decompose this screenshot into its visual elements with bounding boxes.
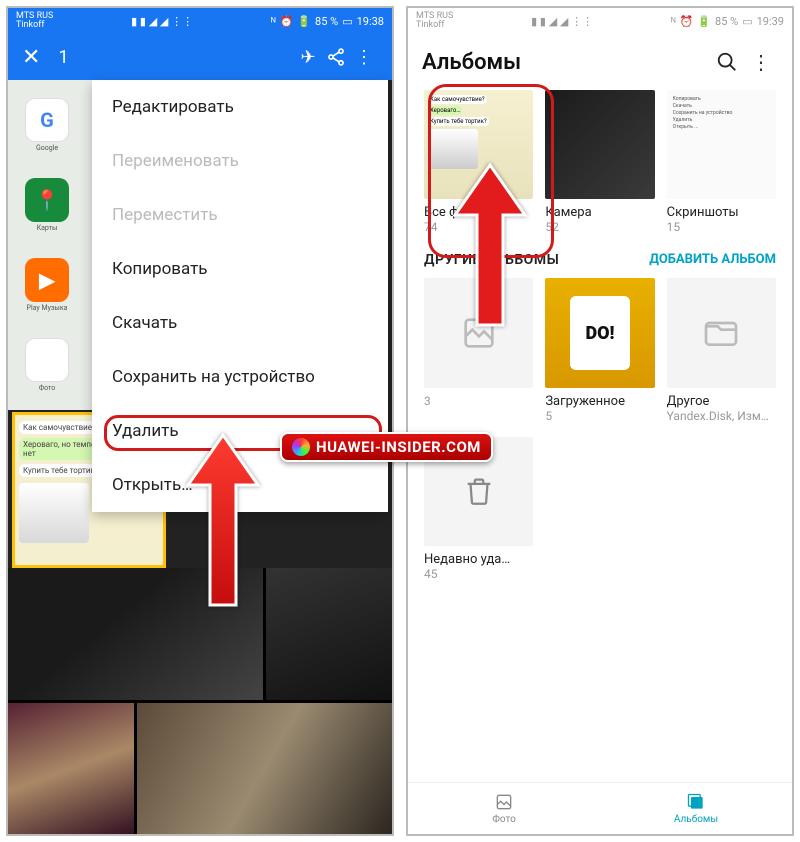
annotation-arrow bbox=[445, 160, 535, 330]
clock: 19:38 bbox=[357, 15, 384, 28]
menu-download[interactable]: Скачать bbox=[92, 296, 388, 350]
photo-thumb[interactable] bbox=[266, 568, 392, 700]
battery-icon: 🔋 bbox=[297, 15, 311, 28]
nfc-icon: ᴺ bbox=[671, 15, 676, 28]
album-downloaded[interactable]: DO! Загруженное 5 bbox=[545, 278, 654, 422]
carrier-2: Tinkoff bbox=[416, 21, 453, 30]
cat-image bbox=[19, 483, 89, 543]
battery-pct: 85 % bbox=[315, 15, 338, 28]
menu-move[interactable]: Переместить bbox=[92, 188, 388, 242]
battery-bar-icon: ▭ bbox=[742, 15, 752, 28]
nfc-icon: ᴺ bbox=[271, 15, 276, 28]
menu-copy[interactable]: Копировать bbox=[92, 242, 388, 296]
add-album-button[interactable]: ДОБАВИТЬ АЛЬБОМ bbox=[649, 253, 776, 268]
annotation-arrow bbox=[178, 430, 268, 610]
battery-bar-icon: ▭ bbox=[342, 15, 352, 28]
album-camera[interactable]: Камера 52 bbox=[545, 90, 654, 234]
menu-rename[interactable]: Переименовать bbox=[92, 134, 388, 188]
page-title: Альбомы bbox=[422, 50, 710, 75]
airplane-icon[interactable]: ✈ bbox=[294, 47, 322, 68]
bottom-nav: Фото Альбомы bbox=[408, 782, 792, 834]
selection-toolbar: ✕ 1 ✈ ⋮ bbox=[8, 34, 392, 80]
search-icon[interactable] bbox=[710, 51, 744, 73]
huawei-logo-icon bbox=[292, 438, 310, 456]
battery-pct: 85 % bbox=[715, 15, 738, 28]
carrier-2: Tinkoff bbox=[16, 21, 53, 30]
battery-icon: 🔋 bbox=[697, 15, 711, 28]
album-other[interactable]: Другое Yandex.Disk, Изм… bbox=[667, 278, 776, 422]
nav-photos[interactable]: Фото bbox=[408, 783, 600, 834]
app-shortcuts: GGoogle 📍Карты ▶Play Музыка ✦Фото bbox=[8, 80, 98, 410]
close-icon[interactable]: ✕ bbox=[22, 45, 40, 70]
photo-thumb[interactable] bbox=[8, 703, 134, 835]
album-screenshots[interactable]: Копировать Скачать Сохранить на устройст… bbox=[667, 90, 776, 234]
selection-count: 1 bbox=[58, 47, 294, 68]
status-bar: MTS RUS Tinkoff ▮ ▮ ◢ ◢ ⋮⋮ ᴺ ⏰ 🔋 85 % ▭ … bbox=[8, 8, 392, 34]
status-bar: MTS RUS Tinkoff ▮ ▮ ◢ ◢ ⋮⋮ ᴺ ⏰ 🔋 85 % ▭ … bbox=[408, 8, 792, 34]
nav-albums[interactable]: Альбомы bbox=[600, 783, 792, 834]
more-icon[interactable]: ⋮ bbox=[350, 47, 378, 68]
alarm-icon: ⏰ bbox=[280, 15, 294, 28]
gallery-header: Альбомы ⋮ bbox=[408, 34, 792, 90]
app-google[interactable]: GGoogle bbox=[8, 86, 86, 164]
clock: 19:39 bbox=[757, 15, 784, 28]
app-maps[interactable]: 📍Карты bbox=[8, 166, 86, 244]
menu-edit[interactable]: Редактировать bbox=[92, 80, 388, 134]
app-photos[interactable]: ✦Фото bbox=[8, 326, 86, 404]
signal-icons: ▮ ▮ ◢ ◢ ⋮⋮ bbox=[531, 15, 593, 28]
app-play-music[interactable]: ▶Play Музыка bbox=[8, 246, 86, 324]
photo-thumb[interactable] bbox=[137, 703, 392, 835]
signal-icons: ▮ ▮ ◢ ◢ ⋮⋮ bbox=[131, 15, 193, 28]
share-icon[interactable] bbox=[322, 47, 350, 67]
alarm-icon: ⏰ bbox=[680, 15, 694, 28]
more-icon[interactable]: ⋮ bbox=[744, 50, 778, 74]
menu-save-to-device[interactable]: Сохранить на устройство bbox=[92, 350, 388, 404]
watermark: HUAWEI-INSIDER.COM bbox=[280, 432, 493, 462]
